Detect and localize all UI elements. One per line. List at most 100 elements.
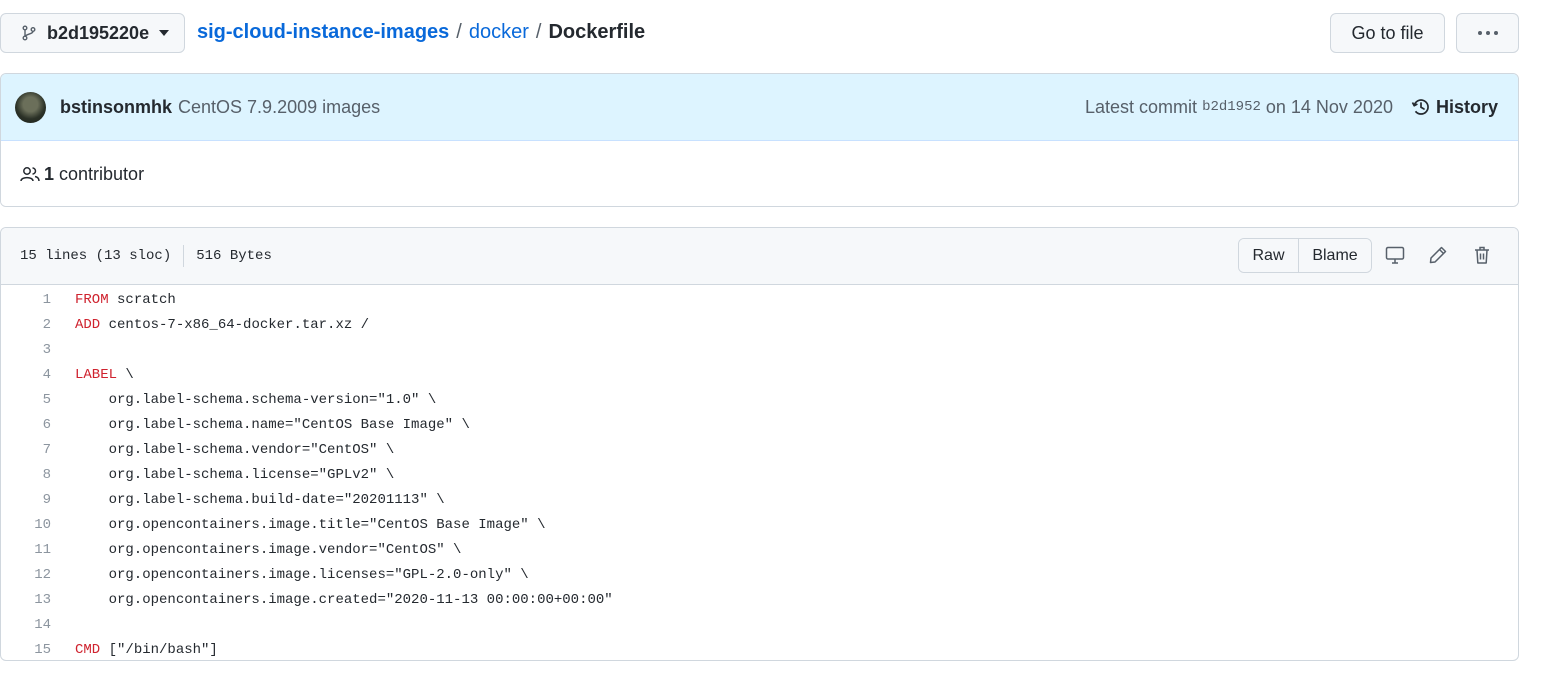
code-line: 15 CMD ["/bin/bash"] [1,637,1518,660]
code-line: 1 FROM scratch [1,287,1518,312]
dockerfile-keyword: CMD [75,641,101,658]
line-content: org.opencontainers.image.created="2020-1… [75,592,613,608]
line-text: org.label-schema.name="CentOS Base Image… [75,416,470,433]
line-content: org.label-schema.license="GPLv2" \ [75,466,395,483]
line-content: org.opencontainers.image.licenses="GPL-2… [75,567,529,583]
line-text: org.label-schema.schema-version="1.0" \ [75,391,437,408]
dockerfile-keyword: FROM [75,291,109,308]
git-branch-icon [22,25,36,41]
latest-commit-label: Latest commit [1085,96,1198,117]
line-content: org.label-schema.name="CentOS Base Image… [75,417,470,433]
line-text: scratch [108,291,176,308]
commit-sha-link[interactable]: b2d1952 [1202,99,1261,115]
line-number[interactable]: 7 [1,442,51,458]
contributor-label[interactable]: contributor [59,164,144,185]
divider [183,245,185,267]
commit-author-link[interactable]: bstinsonmhk [60,97,172,118]
line-content: org.opencontainers.image.vendor="CentOS"… [75,541,462,558]
line-number[interactable]: 6 [1,417,51,433]
line-text: centos-7-x86_64-docker.tar.xz / [100,316,370,333]
breadcrumb-file: Dockerfile [548,21,646,43]
line-content: org.opencontainers.image.title="CentOS B… [75,516,546,533]
code-line: 14 [1,612,1518,637]
code-line: 12 org.opencontainers.image.licenses="GP… [1,562,1518,587]
code-line: 7 org.label-schema.vendor="CentOS" \ [1,437,1518,462]
line-number[interactable]: 8 [1,467,51,483]
code-line: 3 [1,337,1518,362]
history-icon [1411,99,1429,115]
code-line: 4 LABEL \ [1,362,1518,387]
line-text: ["/bin/bash"] [100,641,218,658]
line-content: FROM scratch [75,292,176,308]
line-number[interactable]: 4 [1,367,51,383]
code-line: 6 org.label-schema.name="CentOS Base Ima… [1,412,1518,437]
line-content: org.label-schema.build-date="20201113" \ [75,492,445,508]
contributor-count: 1 [44,163,55,184]
line-text: org.label-schema.build-date="20201113" \ [75,491,445,508]
dockerfile-keyword: LABEL [75,366,118,383]
code-body: 1 FROM scratch 2 ADD centos-7-x86_64-docker… [1,285,1518,660]
line-number[interactable]: 9 [1,492,51,508]
line-text: org.opencontainers.image.licenses="GPL-2… [75,566,529,583]
line-content: ADD centos-7-x86_64-docker.tar.xz / [75,317,369,333]
blame-button[interactable]: Blame [1299,239,1371,272]
line-number[interactable]: 2 [1,317,51,333]
code-line: 10 org.opencontainers.image.title="CentO… [1,512,1518,537]
pencil-icon[interactable] [1428,245,1448,265]
commit-date: on 14 Nov 2020 [1265,96,1393,117]
code-line: 8 org.label-schema.license="GPLv2" \ [1,462,1518,487]
line-text: org.opencontainers.image.title="CentOS B… [75,516,546,533]
latest-commit-row: bstinsonmhk CentOS 7.9.2009 images Lates… [1,74,1518,141]
commit-message-link[interactable]: CentOS 7.9.2009 images [178,97,380,118]
line-content: LABEL \ [75,367,134,383]
file-navigation: b2d195220e sig-cloud-instance-images / d… [0,13,1519,53]
line-number[interactable]: 1 [1,292,51,308]
more-options-button[interactable] [1456,13,1519,53]
line-content: org.label-schema.vendor="CentOS" \ [75,441,395,458]
breadcrumb-separator: / [456,21,462,43]
file-action-group: Raw Blame [1238,238,1372,273]
line-number[interactable]: 11 [1,542,51,558]
breadcrumb-separator: / [535,21,542,43]
trash-icon[interactable] [1472,245,1492,265]
line-content: org.label-schema.schema-version="1.0" \ [75,391,437,408]
caret-down-icon [159,30,170,36]
desktop-icon[interactable] [1385,245,1405,265]
line-number[interactable]: 13 [1,592,51,608]
code-line: 13 org.opencontainers.image.created="202… [1,587,1518,612]
commit-details: Latest commit b2d1952 on 14 Nov 2020 His… [1085,74,1498,140]
contributors-row: 1 contributor [1,141,1518,206]
breadcrumb: sig-cloud-instance-images / docker / Doc… [197,21,645,44]
branch-name: b2d195220e [47,22,150,43]
line-number[interactable]: 10 [1,517,51,533]
line-number[interactable]: 15 [1,642,51,658]
line-text: org.label-schema.vendor="CentOS" \ [75,441,395,458]
latest-commit-box: bstinsonmhk CentOS 7.9.2009 images Lates… [0,73,1519,207]
raw-button[interactable]: Raw [1239,239,1299,272]
line-text: org.opencontainers.image.vendor="CentOS"… [75,541,462,558]
file-line-count: 15 lines (13 sloc) [20,248,172,264]
line-text: \ [117,366,134,383]
people-icon [20,167,40,182]
go-to-file-button[interactable]: Go to file [1330,13,1445,53]
line-text: org.label-schema.license="GPLv2" \ [75,466,395,483]
avatar[interactable] [15,91,46,123]
breadcrumb-repo-link[interactable]: sig-cloud-instance-images [197,21,449,44]
file-viewer: 15 lines (13 sloc) 516 Bytes Raw Blame 1… [0,227,1519,661]
line-number[interactable]: 3 [1,342,51,358]
code-line: 9 org.label-schema.build-date="20201113"… [1,487,1518,512]
line-text: org.opencontainers.image.created="2020-1… [75,591,613,608]
code-line: 5 org.label-schema.schema-version="1.0" … [1,387,1518,412]
line-number[interactable]: 12 [1,567,51,583]
breadcrumb-dir-link[interactable]: docker [469,21,529,44]
line-number[interactable]: 14 [1,617,51,633]
line-number[interactable]: 5 [1,392,51,408]
branch-select-button[interactable]: b2d195220e [0,13,185,53]
line-content: CMD ["/bin/bash"] [75,642,218,658]
file-header: 15 lines (13 sloc) 516 Bytes Raw Blame [1,228,1518,285]
code-line: 11 org.opencontainers.image.vendor="Cent… [1,537,1518,562]
file-size: 516 Bytes [196,248,272,264]
dockerfile-keyword: ADD [75,316,101,333]
history-link[interactable]: History [1411,97,1498,118]
code-line: 2 ADD centos-7-x86_64-docker.tar.xz / [1,312,1518,337]
